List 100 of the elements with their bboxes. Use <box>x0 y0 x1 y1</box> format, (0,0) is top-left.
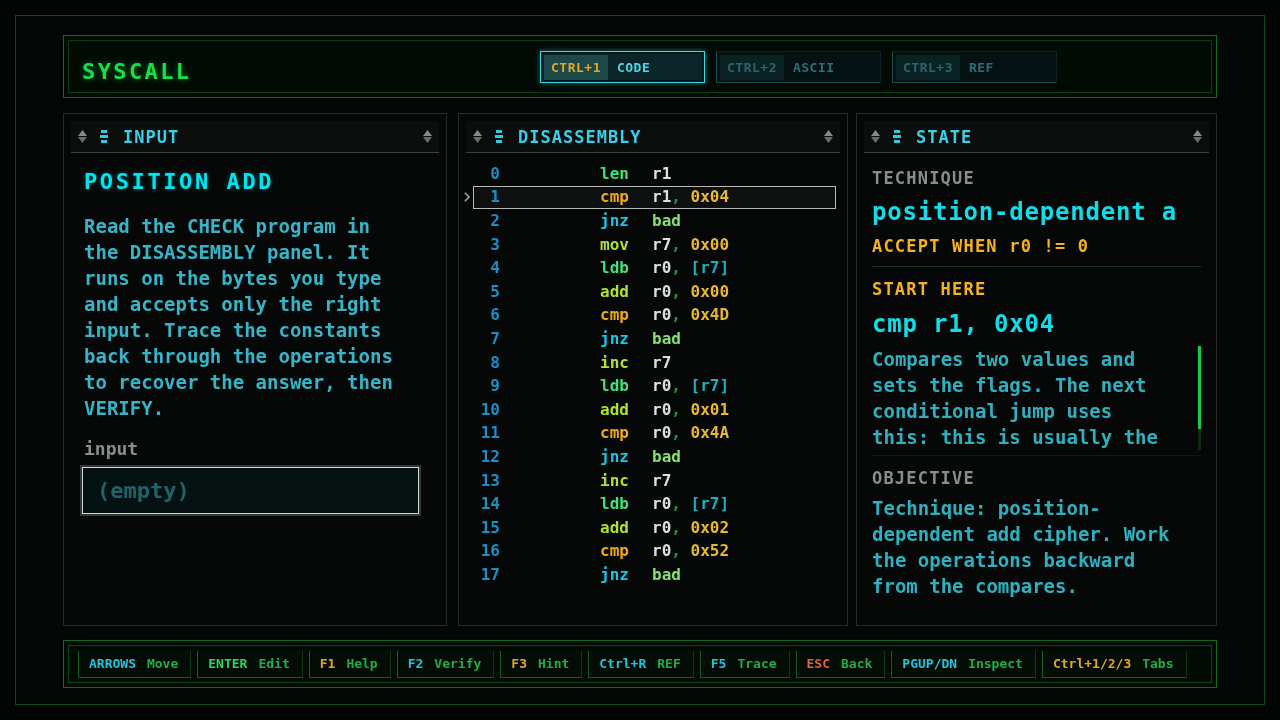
panel-title: STATE <box>916 125 973 148</box>
operands: bad <box>652 564 681 585</box>
code-line[interactable]: 10 add r0, 0x01 <box>473 397 836 422</box>
mnemonic: inc <box>600 352 630 373</box>
shortcut-action: Inspect <box>968 656 1023 671</box>
shortcut-key: ARROWS <box>89 656 136 671</box>
line-number: 12 <box>479 446 500 467</box>
start-instruction: cmp r1, 0x04 <box>872 309 1056 339</box>
mnemonic: inc <box>600 470 630 491</box>
shortcut-key: Ctrl+R <box>599 656 647 671</box>
operands: r0, 0x01 <box>652 399 730 420</box>
line-number: 14 <box>479 494 500 515</box>
operands: bad <box>652 328 681 349</box>
operands: r0, 0x02 <box>652 517 730 538</box>
operands: bad <box>652 211 681 231</box>
diamond-icon <box>423 130 432 143</box>
accept-condition: ACCEPT WHEN r0 != 0 <box>872 235 1091 257</box>
shortcut-key: F3 <box>511 656 527 671</box>
code-line[interactable]: 8 inc r7 <box>473 350 836 375</box>
code-line[interactable]: 11 cmp r0, 0x4A <box>473 421 836 446</box>
bars-icon <box>100 130 108 143</box>
code-line[interactable]: 12 jnz bad <box>473 445 836 469</box>
shortcut-action: Tabs <box>1142 656 1174 671</box>
line-number: 3 <box>489 234 500 255</box>
shortcut-action: Help <box>346 656 378 671</box>
operands: r7 <box>652 352 672 373</box>
mnemonic: add <box>600 517 630 538</box>
puzzle-title: POSITION ADD <box>84 168 276 196</box>
panel-title: DISASSEMBLY <box>518 125 642 148</box>
diamond-icon <box>1193 130 1202 143</box>
mnemonic: mov <box>600 234 630 255</box>
code-line[interactable]: 3 mov r7, 0x00 <box>473 232 836 257</box>
mnemonic: ldb <box>600 258 630 279</box>
operands: r1, 0x04 <box>652 187 730 208</box>
mnemonic: ldb <box>600 494 630 515</box>
mnemonic: cmp <box>600 187 630 208</box>
line-number: 4 <box>489 258 500 279</box>
operands: bad <box>652 446 681 467</box>
operands: r7 <box>652 470 672 491</box>
line-number: 15 <box>479 517 500 538</box>
input-field[interactable]: (empty) <box>82 467 419 514</box>
code-line[interactable]: 9 ldb r0, [r7] <box>473 374 836 398</box>
technique-name: position-dependent a <box>872 197 1178 227</box>
diamond-icon <box>473 130 482 143</box>
panel-title: INPUT <box>123 125 180 148</box>
code-line[interactable]: 2 jnz bad <box>473 209 836 233</box>
description-text: Compares two values and sets the flags. The next conditional jump uses this: this is usually the <box>872 347 1159 450</box>
shortcut-key: F1 <box>319 656 336 671</box>
chevron-icon <box>464 192 470 203</box>
code-line[interactable]: 13 inc r7 <box>473 468 836 493</box>
bars-icon <box>893 130 901 143</box>
code-line[interactable]: 0 len r1 <box>473 162 836 186</box>
shortcut-key: ENTER <box>208 656 248 671</box>
diamond-icon <box>871 130 880 143</box>
line-number: 0 <box>489 163 500 184</box>
shortcut-action: Edit <box>258 656 290 671</box>
shortcut-action: Trace <box>737 656 777 671</box>
section-label: START HERE <box>872 278 988 300</box>
mnemonic: add <box>600 281 630 302</box>
line-number: 16 <box>479 541 500 562</box>
mnemonic: ldb <box>600 376 630 397</box>
shortcut-key: Ctrl+1/2/3 <box>1052 656 1132 671</box>
shortcut-action: Verify <box>434 656 482 671</box>
shortcut-action: Back <box>841 656 873 671</box>
section-label: TECHNIQUE <box>872 167 976 189</box>
code-line[interactable]: 7 jnz bad <box>473 327 836 351</box>
app-title: SYSCALL <box>82 58 193 86</box>
shortcut-action: REF <box>657 656 681 671</box>
mnemonic: jnz <box>600 446 630 467</box>
mnemonic: jnz <box>600 211 630 231</box>
line-number: 2 <box>489 211 500 231</box>
line-number: 9 <box>489 376 500 397</box>
code-line[interactable]: 4 ldb r0, [r7] <box>473 256 836 280</box>
shortcut-key: PGUP/DN <box>902 656 958 671</box>
line-number: 17 <box>479 564 500 585</box>
line-number: 11 <box>479 423 500 444</box>
mnemonic: jnz <box>600 328 630 349</box>
code-line[interactable]: 6 cmp r0, 0x4D <box>473 303 836 328</box>
operands: r0, 0x4A <box>652 423 730 444</box>
mnemonic: cmp <box>600 305 630 326</box>
operands: r7, 0x00 <box>652 234 730 255</box>
operands: r0, 0x00 <box>652 281 730 302</box>
code-line[interactable]: 17 jnz bad <box>473 563 836 587</box>
shortcut-action: Hint <box>538 656 570 671</box>
scrollbar[interactable] <box>1198 346 1201 450</box>
code-line[interactable]: 14 ldb r0, [r7] <box>473 492 836 516</box>
field-label: input <box>84 438 140 460</box>
code-line[interactable]: 15 add r0, 0x02 <box>473 515 836 540</box>
tab[interactable]: CTRL+1 CODE <box>540 51 705 83</box>
mnemonic: jnz <box>600 564 630 585</box>
shortcut-action: Move <box>146 656 179 671</box>
mnemonic: cmp <box>600 541 630 562</box>
code-line[interactable]: 16 cmp r0, 0x52 <box>473 539 836 564</box>
diamond-icon <box>824 130 833 143</box>
line-number: 7 <box>489 328 500 349</box>
shortcut-key: F5 <box>710 656 727 671</box>
operands: r0, 0x52 <box>652 541 730 562</box>
code-line[interactable]: 5 add r0, 0x00 <box>473 279 836 304</box>
section-label: OBJECTIVE <box>872 467 976 489</box>
operands: r0, [r7] <box>652 376 730 397</box>
